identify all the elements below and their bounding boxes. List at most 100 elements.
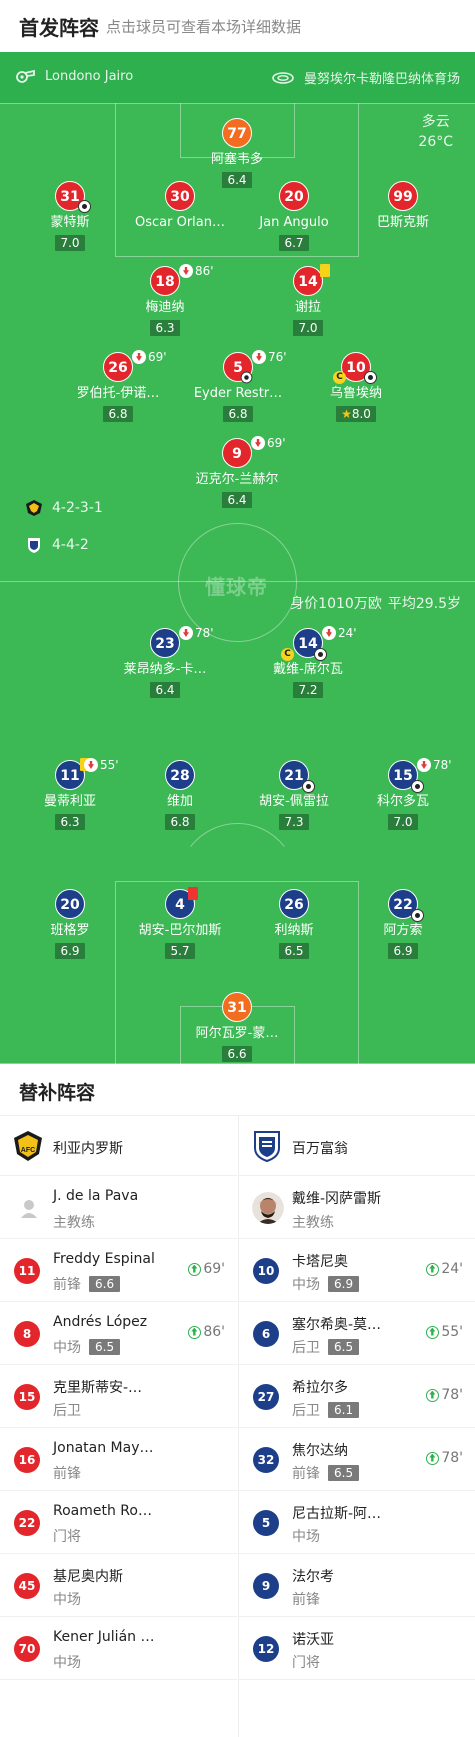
sub-off-badge: 69' bbox=[251, 436, 286, 450]
home-coach-row[interactable]: J. de la Pava 主教练 bbox=[0, 1176, 237, 1239]
player-rating: 7.0 bbox=[293, 320, 323, 336]
player-name: 乌鲁埃纳 bbox=[329, 386, 382, 401]
sub-player-name: Freddy Espinal bbox=[53, 1251, 155, 1267]
away-value-text: 身价1010万欧 bbox=[290, 596, 382, 612]
sub-player-rating: 6.5 bbox=[328, 1465, 360, 1481]
home-coach-role: 主教练 bbox=[53, 1215, 95, 1231]
sub-shirt-number: 27 bbox=[253, 1384, 279, 1410]
home-team-name: 利亚内罗斯 bbox=[53, 1141, 123, 1157]
player-name: 阿塞韦多 bbox=[210, 152, 263, 167]
away-player-22[interactable]: 22 阿方索 6.9 bbox=[333, 889, 473, 959]
home-team-crest-icon bbox=[26, 500, 42, 516]
sub-player-name: 尼古拉斯-阿… bbox=[292, 1506, 382, 1522]
player-rating: 7.2 bbox=[293, 682, 323, 698]
sub-shirt-number: 22 bbox=[14, 1510, 40, 1536]
sub-player-name: Jonatan May… bbox=[53, 1440, 154, 1456]
sub-player-position: 中场 bbox=[53, 1340, 81, 1356]
sub-off-badge: 24' bbox=[322, 626, 357, 640]
player-name: 谢拉 bbox=[294, 300, 321, 315]
sub-player-row[interactable]: 5 尼古拉斯-阿… 中场 bbox=[239, 1491, 475, 1554]
away-coach-row[interactable]: 戴维-冈萨雷斯 主教练 bbox=[239, 1176, 475, 1239]
sub-player-name: Kener Julián … bbox=[53, 1629, 155, 1645]
coach-avatar-icon bbox=[252, 1192, 284, 1224]
sub-player-row[interactable]: 70 Kener Julián … 中场 bbox=[0, 1617, 237, 1680]
home-player-9[interactable]: 9 迈克尔-兰赫尔 6.4 69' bbox=[167, 436, 307, 508]
player-rating: 7.3 bbox=[279, 814, 309, 830]
goal-ball-icon bbox=[411, 909, 424, 922]
sub-player-rating: 6.5 bbox=[328, 1339, 360, 1355]
sub-player-row[interactable]: 12 诺沃亚 门将 bbox=[239, 1617, 475, 1680]
shirt-number: 18 bbox=[150, 266, 180, 296]
shirt-number: 10 C bbox=[333, 352, 377, 384]
sub-off-badge: 69' bbox=[132, 350, 167, 364]
page-subtitle: 点击球员可查看本场详细数据 bbox=[106, 18, 302, 36]
lineup-page: 首发阵容 点击球员可查看本场详细数据 Londono Jairo 曼努埃尔卡勒隆… bbox=[0, 0, 475, 1737]
away-coach-role: 主教练 bbox=[292, 1215, 334, 1231]
sub-player-position: 中场 bbox=[53, 1655, 81, 1671]
sub-player-row[interactable]: 11 Freddy Espinal 前锋 6.6 69' bbox=[0, 1239, 237, 1302]
sub-player-position: 门将 bbox=[53, 1529, 81, 1545]
home-coach-name: J. de la Pava bbox=[53, 1188, 139, 1204]
sub-player-position: 中场 bbox=[53, 1592, 81, 1608]
sub-player-row[interactable]: 9 法尔考 前锋 bbox=[239, 1554, 475, 1617]
sub-player-rating: 6.6 bbox=[89, 1276, 121, 1292]
sub-player-name: 基尼奥内斯 bbox=[53, 1569, 123, 1585]
home-formation-text: 4-2-3-1 bbox=[52, 500, 103, 516]
sub-player-row[interactable]: 6 塞尔希奥-莫… 后卫 6.5 55' bbox=[239, 1302, 475, 1365]
home-player-26[interactable]: 26 罗伯托-伊诺… 6.8 69' bbox=[48, 350, 188, 422]
home-player-14[interactable]: 14 谢拉 7.0 bbox=[238, 264, 378, 336]
referee-name: Londono Jairo bbox=[45, 68, 134, 84]
shirt-number: 99 bbox=[388, 181, 418, 211]
sub-player-name: 塞尔希奥-莫… bbox=[292, 1317, 382, 1333]
shirt-number: 4 bbox=[165, 887, 198, 919]
sub-player-row[interactable]: 8 Andrés López 中场 6.5 86' bbox=[0, 1302, 237, 1365]
sub-player-rating: 6.5 bbox=[89, 1339, 121, 1355]
sub-in-icon bbox=[426, 1262, 440, 1276]
shirt-number: 9 bbox=[222, 438, 252, 468]
sub-player-position: 后卫 bbox=[292, 1403, 320, 1419]
sub-shirt-number: 16 bbox=[14, 1447, 40, 1473]
goal-ball-icon bbox=[302, 780, 315, 793]
page-title: 首发阵容 bbox=[19, 16, 99, 40]
sub-player-row[interactable]: 15 克里斯蒂安-… 后卫 bbox=[0, 1365, 237, 1428]
player-rating: 6.8 bbox=[103, 406, 133, 422]
player-name: 梅迪纳 bbox=[145, 300, 185, 315]
away-player-31[interactable]: 31 阿尔瓦罗-蒙… 6.6 bbox=[167, 992, 307, 1062]
home-player-77[interactable]: 77 阿塞韦多 6.4 bbox=[167, 118, 307, 188]
away-player-23[interactable]: 23 莱昂纳多-卡… 6.4 78' bbox=[95, 626, 235, 698]
sub-player-position: 前锋 bbox=[292, 1592, 320, 1608]
away-coach-name: 戴维-冈萨雷斯 bbox=[292, 1191, 382, 1207]
star-icon: ★ bbox=[341, 407, 352, 421]
watermark-text: 懂球帝 bbox=[205, 575, 268, 599]
sub-shirt-number: 45 bbox=[14, 1573, 40, 1599]
sub-in-time: 55' bbox=[426, 1324, 463, 1340]
home-player-99[interactable]: 99 巴斯克斯 bbox=[333, 181, 473, 232]
shirt-number: 28 bbox=[165, 760, 195, 790]
sub-player-row[interactable]: 32 焦尔达纳 前锋 6.5 78' bbox=[239, 1428, 475, 1491]
substitutes-section: 替补阵容 AFC 利亚内罗斯 J. de la Pava 主教练 11 Fredd… bbox=[0, 1064, 475, 1737]
away-player-15[interactable]: 15 科尔多瓦 7.0 78' bbox=[333, 758, 473, 830]
away-formation-text: 4-4-2 bbox=[52, 537, 89, 553]
shirt-number: 14 C bbox=[281, 628, 327, 661]
sub-off-icon bbox=[251, 436, 265, 450]
home-player-10[interactable]: 10 C 乌鲁埃纳 ★8.0 bbox=[286, 352, 426, 422]
shirt-number: 14 bbox=[293, 264, 330, 296]
sub-shirt-number: 6 bbox=[253, 1321, 279, 1347]
home-player-18[interactable]: 18 梅迪纳 6.3 86' bbox=[95, 264, 235, 336]
shirt-number: 30 bbox=[165, 181, 195, 211]
sub-off-badge: 78' bbox=[179, 626, 214, 640]
sub-player-row[interactable]: 22 Roameth Ro… 门将 bbox=[0, 1491, 237, 1554]
away-player-14[interactable]: 14 C 戴维-席尔瓦 7.2 24' bbox=[238, 626, 378, 698]
sub-shirt-number: 32 bbox=[253, 1447, 279, 1473]
sub-player-row[interactable]: 45 基尼奥内斯中场 bbox=[0, 1554, 237, 1617]
goal-ball-icon bbox=[78, 200, 91, 213]
lineup-header: 首发阵容 点击球员可查看本场详细数据 bbox=[0, 0, 475, 52]
sub-player-row[interactable]: 10 卡塔尼奥 中场 6.9 24' bbox=[239, 1239, 475, 1302]
away-team-value: 身价1010万欧 平均29.5岁 bbox=[290, 593, 461, 613]
goal-ball-icon bbox=[364, 371, 377, 384]
player-name: 迈克尔-兰赫尔 bbox=[195, 472, 279, 487]
sub-shirt-number: 70 bbox=[14, 1636, 40, 1662]
player-rating: 6.4 bbox=[150, 682, 180, 698]
sub-player-row[interactable]: 27 希拉尔多 后卫 6.1 78' bbox=[239, 1365, 475, 1428]
sub-player-row[interactable]: 16 Jonatan May… 前锋 bbox=[0, 1428, 237, 1491]
